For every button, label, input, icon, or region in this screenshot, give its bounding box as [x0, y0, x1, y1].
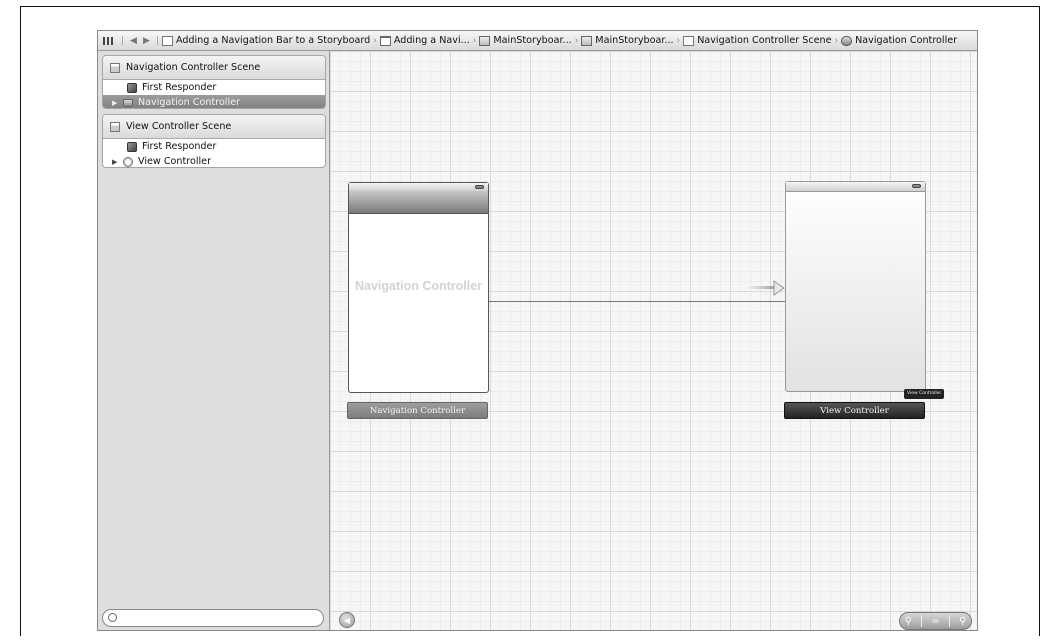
- relationship-segue-line[interactable]: [440, 301, 808, 302]
- separator: |: [121, 35, 125, 46]
- scene-dock-view-controller[interactable]: View Controller: [784, 402, 925, 419]
- navigation-controller-scene[interactable]: Navigation Controller: [348, 182, 489, 393]
- separator: |: [155, 35, 159, 46]
- navigation-bar: [349, 191, 488, 214]
- breadcrumb-label: Adding a Navi...: [393, 35, 470, 46]
- status-bar: [786, 182, 925, 192]
- breadcrumb-label: MainStoryboar...: [595, 35, 674, 46]
- breadcrumb-chevron-icon: ›: [472, 35, 477, 46]
- breadcrumb-folder[interactable]: Adding a Navi...: [379, 35, 470, 46]
- battery-icon: [912, 184, 921, 188]
- breadcrumb-scene[interactable]: Navigation Controller Scene: [683, 35, 832, 46]
- storyboard-canvas[interactable]: Navigation Controller Navigation Control…: [330, 51, 977, 630]
- scene-header[interactable]: Navigation Controller Scene: [103, 56, 325, 80]
- breadcrumb-label: Navigation Controller Scene: [697, 35, 832, 46]
- breadcrumb-chevron-icon: ›: [834, 35, 839, 46]
- scene-icon: [110, 121, 120, 132]
- breadcrumb-label: Adding a Navigation Bar to a Storyboard: [175, 35, 371, 46]
- outline-item-view-controller[interactable]: ▶ View Controller: [103, 154, 325, 167]
- document-outline: Navigation Controller Scene First Respon…: [98, 51, 330, 630]
- storyboard-file-icon: [479, 35, 491, 46]
- outline-item-label: First Responder: [142, 82, 217, 93]
- view-controller-scene[interactable]: [785, 181, 926, 392]
- chevron-left-icon: ◀: [343, 615, 351, 625]
- outline-scene-view-controller: View Controller Scene First Responder ▶ …: [102, 114, 326, 168]
- outline-item-label: Navigation Controller: [138, 97, 240, 108]
- scene-tooltip: View Controller: [904, 389, 945, 399]
- first-responder-cube-icon: [127, 141, 137, 152]
- scene-icon: [110, 62, 120, 73]
- zoom-actual-size-icon[interactable]: =: [931, 616, 939, 627]
- filter-icon: [108, 613, 117, 622]
- outline-item-first-responder[interactable]: First Responder: [103, 139, 325, 154]
- zoom-in-icon[interactable]: ⚲: [959, 616, 966, 627]
- first-responder-cube-icon: [127, 82, 137, 93]
- outline-item-label: View Controller: [138, 156, 212, 167]
- breadcrumb-chevron-icon: ›: [574, 35, 579, 46]
- scene-header[interactable]: View Controller Scene: [103, 115, 325, 139]
- outline-item-first-responder[interactable]: First Responder: [103, 80, 325, 95]
- scene-title: Navigation Controller Scene: [126, 62, 261, 73]
- outline-item-navigation-controller[interactable]: ▶ Navigation Controller: [103, 95, 325, 108]
- breadcrumb-chevron-icon: ›: [676, 35, 681, 46]
- breadcrumb-storyboard-file[interactable]: MainStoryboar...: [479, 35, 572, 46]
- xcode-storyboard-editor: | ◀ ▶ | Adding a Navigation Bar to a Sto…: [97, 30, 978, 631]
- breadcrumb-navigation-controller[interactable]: Navigation Controller: [841, 35, 957, 46]
- jump-bar: | ◀ ▶ | Adding a Navigation Bar to a Sto…: [98, 31, 977, 51]
- hide-outline-button[interactable]: ◀: [339, 612, 355, 628]
- breadcrumb-label: MainStoryboar...: [493, 35, 572, 46]
- folder-icon: [379, 35, 391, 46]
- view-controller-icon: [123, 156, 133, 167]
- separator: [948, 615, 950, 627]
- related-items-icon[interactable]: [103, 36, 114, 45]
- project-icon: [161, 35, 173, 46]
- scene-dock-navigation-controller[interactable]: Navigation Controller: [347, 402, 488, 419]
- forward-arrow-icon[interactable]: ▶: [140, 36, 153, 46]
- breadcrumb-label: Navigation Controller: [855, 35, 958, 46]
- initial-scene-arrow-icon: [745, 280, 785, 296]
- scene-watermark: Navigation Controller: [354, 279, 483, 293]
- scene-title: View Controller Scene: [126, 121, 232, 132]
- battery-icon: [475, 185, 484, 189]
- outline-scene-navigation-controller: Navigation Controller Scene First Respon…: [102, 55, 326, 109]
- navigation-controller-icon: [841, 35, 853, 46]
- disclosure-triangle-icon[interactable]: ▶: [112, 158, 117, 166]
- breadcrumb-project[interactable]: Adding a Navigation Bar to a Storyboard: [161, 35, 371, 46]
- outline-filter-field[interactable]: [102, 609, 324, 627]
- zoom-controls: ⚲ = ⚲: [899, 612, 972, 630]
- disclosure-triangle-icon[interactable]: ▶: [112, 99, 117, 107]
- navigation-controller-icon: [123, 98, 133, 107]
- separator: [921, 615, 923, 627]
- back-arrow-icon[interactable]: ◀: [127, 36, 140, 46]
- storyboard-file-icon: [581, 35, 593, 46]
- scene-icon: [683, 35, 695, 46]
- breadcrumb-chevron-icon: ›: [373, 35, 377, 46]
- breadcrumb-storyboard-variant[interactable]: MainStoryboar...: [581, 35, 674, 46]
- outline-item-label: First Responder: [142, 141, 217, 152]
- zoom-out-icon[interactable]: ⚲: [905, 616, 912, 627]
